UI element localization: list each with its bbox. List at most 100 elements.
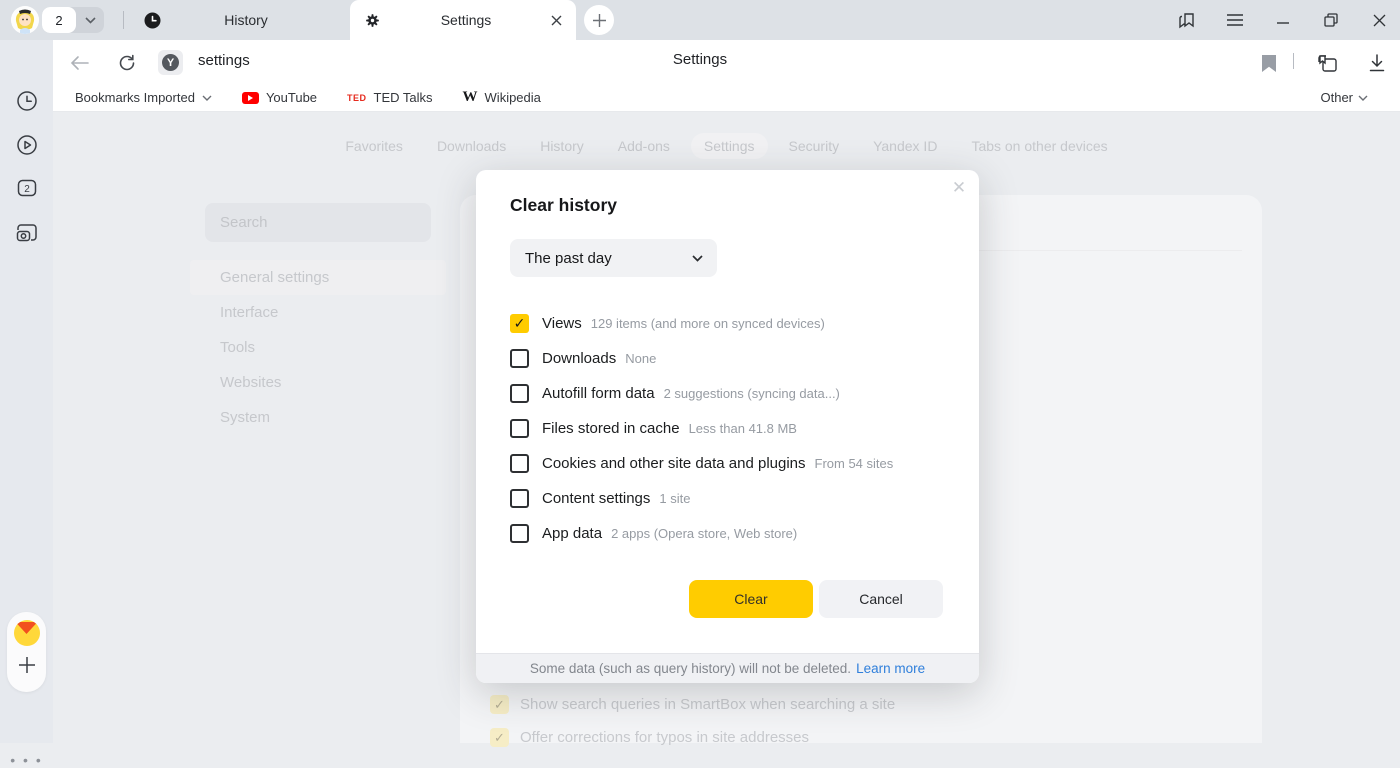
bookmarks-bar: Bookmarks Imported YouTube TED TED Talks… <box>0 84 1400 112</box>
bookmark-youtube[interactable]: YouTube <box>242 90 317 105</box>
bookmark-label: TED Talks <box>374 90 433 105</box>
bookmark-wikipedia[interactable]: W Wikipedia <box>463 89 541 106</box>
menu-tools[interactable]: Tools <box>190 330 446 365</box>
bookmark-label: Wikipedia <box>485 90 541 105</box>
dialog-footer: Some data (such as query history) will n… <box>476 653 979 683</box>
menu-websites[interactable]: Websites <box>190 365 446 400</box>
history-icon[interactable] <box>0 90 53 112</box>
time-range-select[interactable]: The past day <box>510 239 717 277</box>
chevron-down-icon <box>692 255 703 262</box>
svg-text:2: 2 <box>24 184 30 195</box>
clock-icon <box>144 12 161 29</box>
nav-add-ons[interactable]: Add-ons <box>618 138 670 154</box>
option-smartbox-queries[interactable]: ✓ Show search queries in SmartBox when s… <box>490 695 895 714</box>
yandex-mail-icon[interactable] <box>14 620 40 646</box>
close-tab-icon[interactable] <box>551 15 562 26</box>
menu-interface[interactable]: Interface <box>190 295 446 330</box>
tab-history[interactable]: History <box>130 0 345 40</box>
dialog-close-icon[interactable]: ✕ <box>948 177 970 199</box>
checked-checkbox-icon[interactable]: ✓ <box>490 728 509 747</box>
menu-icon[interactable] <box>1224 9 1246 31</box>
plus-icon <box>593 14 606 27</box>
row-views[interactable]: ✓ Views 129 items (and more on synced de… <box>510 309 950 337</box>
chevron-down-icon[interactable] <box>76 17 104 24</box>
row-autofill[interactable]: Autofill form data 2 suggestions (syncin… <box>510 379 950 407</box>
row-detail: 129 items (and more on synced devices) <box>591 316 825 331</box>
cancel-button[interactable]: Cancel <box>819 580 943 618</box>
nav-yandex-id[interactable]: Yandex ID <box>873 138 937 154</box>
row-cookies[interactable]: Cookies and other site data and plugins … <box>510 449 950 477</box>
clear-history-dialog: ✕ Clear history The past day ✓ Views 129… <box>476 170 979 683</box>
row-label: Views <box>542 315 582 332</box>
restore-button[interactable] <box>1320 9 1342 31</box>
tab-count-badge[interactable]: 2 <box>42 7 76 33</box>
divider <box>123 11 124 29</box>
row-detail: 2 apps (Opera store, Web store) <box>611 526 797 541</box>
other-bookmarks-label: Other <box>1320 90 1353 105</box>
time-range-value: The past day <box>525 250 612 267</box>
data-type-list: ✓ Views 129 items (and more on synced de… <box>510 309 950 547</box>
checkbox-views[interactable]: ✓ <box>510 314 529 333</box>
tab-bar: 2 History Settings <box>0 0 1400 40</box>
bookmark-icon[interactable] <box>1258 52 1280 74</box>
row-downloads[interactable]: Downloads None <box>510 344 950 372</box>
row-detail: Less than 41.8 MB <box>689 421 797 436</box>
side-panel-icon[interactable] <box>1176 9 1198 31</box>
other-bookmarks-button[interactable]: Other <box>1320 90 1368 105</box>
checked-checkbox-icon[interactable]: ✓ <box>490 695 509 714</box>
nav-settings-active[interactable]: Settings <box>691 133 768 159</box>
youtube-icon <box>242 92 259 104</box>
nav-downloads[interactable]: Downloads <box>437 138 506 154</box>
row-content-settings[interactable]: Content settings 1 site <box>510 484 950 512</box>
close-window-button[interactable] <box>1368 9 1390 31</box>
row-app-data[interactable]: App data 2 apps (Opera store, Web store) <box>510 519 950 547</box>
checkbox-autofill[interactable] <box>510 384 529 403</box>
sidebar-more-icon[interactable]: • • • <box>0 752 53 768</box>
row-label: Files stored in cache <box>542 420 680 437</box>
video-player-icon[interactable] <box>0 134 53 156</box>
option-label: Offer corrections for typos in site addr… <box>520 729 809 746</box>
tab-label: History <box>161 12 331 28</box>
checkbox-app-data[interactable] <box>510 524 529 543</box>
dialog-title: Clear history <box>510 195 617 216</box>
collections-icon[interactable] <box>1316 52 1338 74</box>
checkbox-downloads[interactable] <box>510 349 529 368</box>
new-tab-button[interactable] <box>584 5 614 35</box>
clear-button[interactable]: Clear <box>689 580 813 618</box>
menu-general-settings[interactable]: General settings <box>190 260 446 295</box>
bookmark-label: YouTube <box>266 90 317 105</box>
row-detail: From 54 sites <box>815 456 894 471</box>
bookmark-ted-talks[interactable]: TED TED Talks <box>347 90 433 105</box>
browser-sidebar: 2 • • • <box>0 40 53 743</box>
chevron-down-icon <box>1358 95 1368 101</box>
row-detail: None <box>625 351 656 366</box>
nav-favorites[interactable]: Favorites <box>345 138 403 154</box>
tab-count-control[interactable]: 2 <box>42 7 104 33</box>
row-detail: 1 site <box>659 491 690 506</box>
tab-settings[interactable]: Settings <box>350 0 576 40</box>
learn-more-link[interactable]: Learn more <box>856 661 925 676</box>
bookmarks-folder[interactable]: Bookmarks Imported <box>75 90 212 105</box>
option-label: Show search queries in SmartBox when sea… <box>520 696 895 713</box>
nav-security[interactable]: Security <box>789 138 840 154</box>
download-icon[interactable] <box>1366 52 1388 74</box>
screenshot-icon[interactable] <box>0 222 53 243</box>
option-typo-corrections[interactable]: ✓ Offer corrections for typos in site ad… <box>490 728 809 747</box>
tabs-panel-icon[interactable]: 2 <box>0 178 53 198</box>
nav-history[interactable]: History <box>540 138 584 154</box>
checkbox-cookies[interactable] <box>510 454 529 473</box>
settings-section-menu: General settings Interface Tools Website… <box>190 260 446 435</box>
checkbox-cache[interactable] <box>510 419 529 438</box>
settings-search-input[interactable]: Search <box>205 203 431 242</box>
divider <box>1293 53 1294 69</box>
row-cache[interactable]: Files stored in cache Less than 41.8 MB <box>510 414 950 442</box>
row-label: Content settings <box>542 490 650 507</box>
profile-avatar[interactable] <box>11 6 39 34</box>
add-service-icon[interactable] <box>18 656 36 674</box>
nav-tabs-other-devices[interactable]: Tabs on other devices <box>971 138 1107 154</box>
menu-system[interactable]: System <box>190 400 446 435</box>
row-label: Downloads <box>542 350 616 367</box>
minimize-button[interactable] <box>1272 9 1294 31</box>
row-detail: 2 suggestions (syncing data...) <box>664 386 840 401</box>
checkbox-content-settings[interactable] <box>510 489 529 508</box>
